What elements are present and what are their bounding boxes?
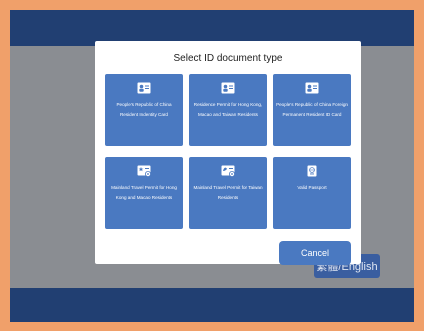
option-label: Mainland Travel Permit for Taiwan Reside… <box>193 185 263 200</box>
passport-icon <box>307 165 317 177</box>
option-hk-macao-travel-permit[interactable]: Mainland Travel Permit for Hong Kong and… <box>105 157 183 229</box>
option-label: People's Republic of China Foreign Perma… <box>276 102 348 117</box>
option-label: Valid Passport <box>297 185 327 190</box>
id-card-icon <box>305 82 319 94</box>
option-taiwan-travel-permit[interactable]: Mainland Travel Permit for Taiwan Reside… <box>189 157 267 229</box>
dialog-title: Select ID document type <box>173 53 283 64</box>
cancel-button[interactable]: Cancel <box>279 241 351 265</box>
option-hk-macao-taiwan-residence-permit[interactable]: Residence Permit for Hong Kong, Macao an… <box>189 74 267 146</box>
travel-permit-icon <box>221 165 235 177</box>
bottom-bar <box>10 288 414 322</box>
option-label: Residence Permit for Hong Kong, Macao an… <box>193 102 263 117</box>
id-type-dialog: Select ID document type People's Republi… <box>95 41 361 265</box>
option-foreign-permanent-resident-id[interactable]: People's Republic of China Foreign Perma… <box>273 74 351 146</box>
id-card-icon <box>137 82 151 94</box>
id-card-icon <box>221 82 235 94</box>
travel-permit-icon <box>137 165 151 177</box>
option-prc-resident-id-card[interactable]: People's Republic of China Resident Inde… <box>105 74 183 146</box>
kiosk-screen: 繁體/English Select ID document type Peopl… <box>10 10 414 322</box>
option-valid-passport[interactable]: Valid Passport <box>273 157 351 229</box>
option-label: People's Republic of China Resident Inde… <box>116 102 172 117</box>
option-label: Mainland Travel Permit for Hong Kong and… <box>111 185 177 200</box>
cancel-button-label: Cancel <box>300 248 329 258</box>
